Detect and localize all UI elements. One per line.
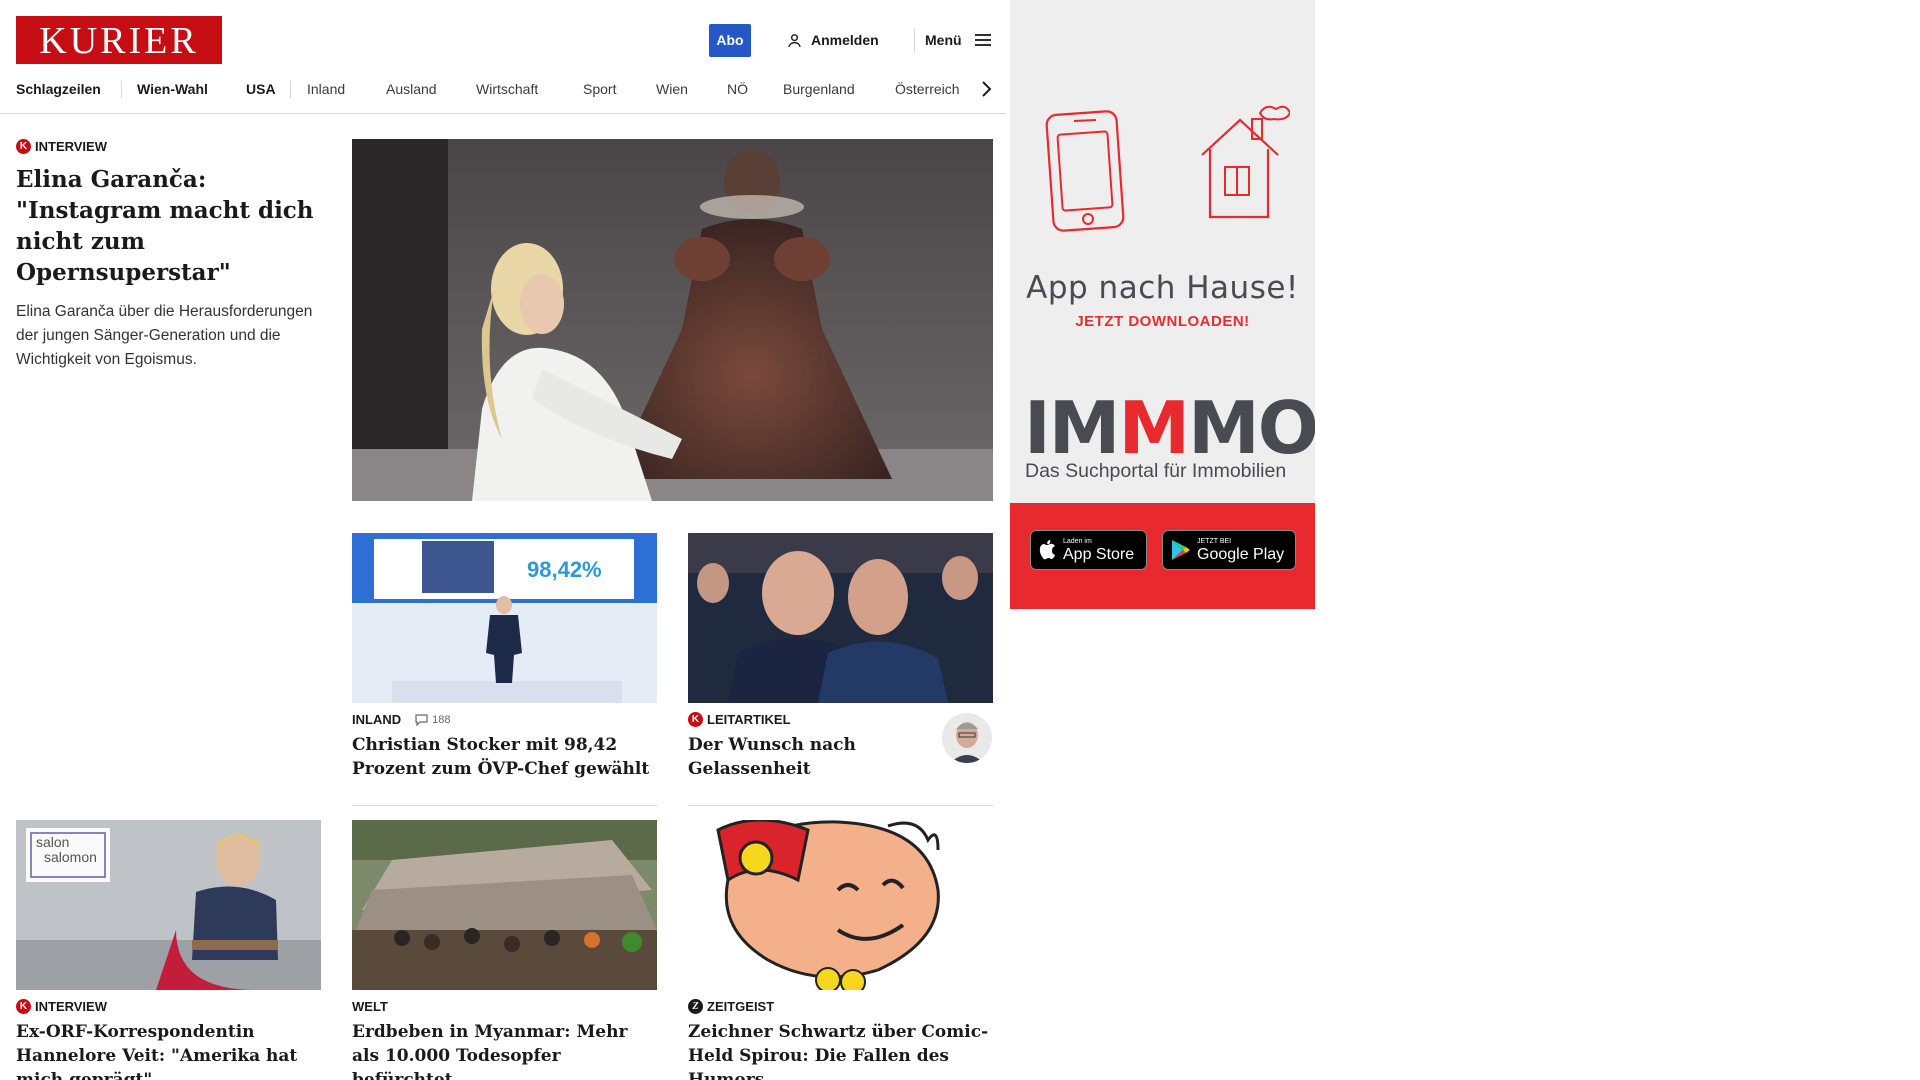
article-card-veit[interactable]: salon salomon K INTERVIEW Ex-ORF-Korresp… [16, 820, 321, 1080]
abo-button[interactable]: Abo [709, 24, 751, 57]
card-image-myanmar[interactable] [352, 820, 657, 990]
immmo-tagline: Das Suchportal für Immobilien [1025, 460, 1287, 482]
salon-logo-line1: salon [36, 834, 69, 850]
comments-link[interactable]: 188 [415, 714, 450, 726]
app-store-button[interactable]: Laden im App Store [1030, 530, 1147, 570]
card-kicker[interactable]: INLAND [352, 712, 401, 727]
login-label: Anmelden [811, 32, 879, 48]
ad-cta[interactable]: JETZT DOWNLOADEN! [1010, 313, 1315, 330]
kurier-plus-icon: K [16, 999, 31, 1014]
kurier-plus-icon: K [16, 139, 31, 154]
google-play-button[interactable]: JETZT BEI Google Play [1162, 530, 1296, 570]
google-play-icon [1172, 540, 1190, 560]
nav-item-burgenland[interactable]: Burgenland [783, 78, 855, 100]
nav-item-oesterreich[interactable]: Österreich [895, 78, 960, 100]
apple-icon [1039, 540, 1055, 560]
lead-article[interactable]: K INTERVIEW Elina Garanča: "Instagram ma… [16, 139, 328, 372]
card-meta: INLAND 188 [352, 712, 657, 727]
comment-icon [415, 713, 428, 726]
ad-store-strip: Laden im App Store JETZT BEI Google Play [1010, 503, 1315, 609]
card-title[interactable]: Christian Stocker mit 98,42 Prozent zum … [352, 733, 657, 781]
article-card-stocker[interactable]: 98,42% INLAND 188 Christian Stocker mit … [352, 533, 657, 781]
lead-title[interactable]: Elina Garanča: "Instagram macht dich nic… [16, 164, 328, 288]
ad-headline: App nach Hause! [1026, 270, 1299, 306]
nav-item-wien-wahl[interactable]: Wien-Wahl [137, 78, 208, 100]
chevron-right-icon[interactable] [977, 78, 995, 100]
brand-letter: I [1024, 386, 1051, 470]
card-title[interactable]: Der Wunsch nach Gelassenheit [688, 733, 938, 781]
nav-item-usa[interactable]: USA [246, 78, 276, 100]
card-photo-spirou [688, 820, 993, 990]
section-nav: Schlagzeilen Wien-Wahl USA Inland Auslan… [0, 78, 1006, 100]
card-image-spirou[interactable] [688, 820, 993, 990]
card-photo-myanmar [352, 820, 657, 990]
salon-logo-line2: salomon [44, 849, 97, 865]
card-photo-veit: salon salomon [16, 820, 321, 990]
card-kicker-label: ZEITGEIST [707, 999, 775, 1014]
nav-item-inland[interactable]: Inland [307, 78, 345, 100]
card-meta: Z ZEITGEIST [688, 999, 993, 1014]
card-image-leitartikel[interactable] [688, 533, 993, 703]
lead-image[interactable] [352, 139, 993, 501]
lead-teaser: Elina Garanča über die Herausforderungen… [16, 303, 313, 368]
site-header: KURIER Abo Anmelden Menü Schlagzeilen Wi… [0, 0, 1006, 114]
nav-item-sport[interactable]: Sport [583, 78, 616, 100]
app-store-small: Laden im [1063, 537, 1092, 545]
brand-letter: M [1188, 386, 1260, 470]
menu-label: Menü [925, 32, 962, 48]
divider [352, 805, 657, 806]
article-card-myanmar[interactable]: WELT Erdbeben in Myanmar: Mehr als 10.00… [352, 820, 657, 1080]
card-title[interactable]: Erdbeben in Myanmar: Mehr als 10.000 Tod… [352, 1020, 657, 1080]
card-title[interactable]: Zeichner Schwartz über Comic-Held Spirou… [688, 1020, 993, 1080]
card-kicker[interactable]: WELT [352, 999, 388, 1014]
card-photo-stocker: 98,42% [352, 533, 657, 703]
nav-separator [290, 81, 291, 98]
card-image-veit[interactable]: salon salomon [16, 820, 321, 990]
zeitgeist-icon: Z [688, 999, 703, 1014]
card-image-stocker[interactable]: 98,42% [352, 533, 657, 703]
header-divider [914, 28, 915, 53]
lead-kicker-label: INTERVIEW [35, 139, 107, 154]
card-kicker[interactable]: K LEITARTIKEL [688, 712, 791, 727]
card-meta: WELT [352, 999, 657, 1014]
author-avatar[interactable] [942, 713, 992, 763]
hamburger-icon [974, 34, 991, 46]
kurier-logo[interactable]: KURIER [16, 16, 222, 64]
card-photo-leitartikel [688, 533, 993, 703]
card-image-percentage: 98,42% [527, 557, 602, 582]
nav-item-ausland[interactable]: Ausland [386, 78, 437, 100]
nav-item-wien[interactable]: Wien [656, 78, 688, 100]
lead-photo-illustration [352, 139, 993, 501]
nav-item-noe[interactable]: NÖ [727, 78, 748, 100]
brand-letter: M [1118, 386, 1190, 470]
article-card-spirou[interactable]: Z ZEITGEIST Zeichner Schwartz über Comic… [688, 820, 993, 1080]
article-card-leitartikel[interactable]: K LEITARTIKEL Der Wunsch nach Gelassenhe… [688, 533, 993, 781]
immmo-logo: I M M M O [1024, 386, 1315, 470]
nav-separator [121, 81, 122, 98]
google-play-small: JETZT BEI [1197, 537, 1232, 545]
comment-count: 188 [432, 713, 451, 726]
app-store-label: App Store [1063, 545, 1135, 563]
card-title[interactable]: Ex-ORF-Korrespondentin Hannelore Veit: "… [16, 1020, 321, 1080]
card-kicker-label: LEITARTIKEL [707, 712, 791, 727]
nav-item-wirtschaft[interactable]: Wirtschaft [476, 78, 538, 100]
card-kicker-label: INTERVIEW [35, 999, 107, 1014]
brand-letter: O [1257, 386, 1315, 470]
kurier-plus-icon: K [688, 712, 703, 727]
google-play-label: Google Play [1197, 545, 1285, 563]
nav-item-schlagzeilen[interactable]: Schlagzeilen [16, 78, 101, 100]
menu-button[interactable]: Menü [925, 30, 992, 50]
immmo-ad-banner[interactable]: App nach Hause! JETZT DOWNLOADEN! I M M … [1010, 0, 1315, 609]
card-kicker[interactable]: K INTERVIEW [16, 999, 107, 1014]
lead-kicker: K INTERVIEW [16, 139, 328, 154]
card-kicker[interactable]: Z ZEITGEIST [688, 999, 774, 1014]
divider [688, 805, 993, 806]
author-photo [950, 722, 984, 763]
user-icon [788, 33, 801, 47]
ad-illustration [1045, 105, 1290, 232]
login-button[interactable]: Anmelden [786, 30, 879, 50]
brand-letter: M [1048, 386, 1121, 470]
card-meta: K INTERVIEW [16, 999, 321, 1014]
